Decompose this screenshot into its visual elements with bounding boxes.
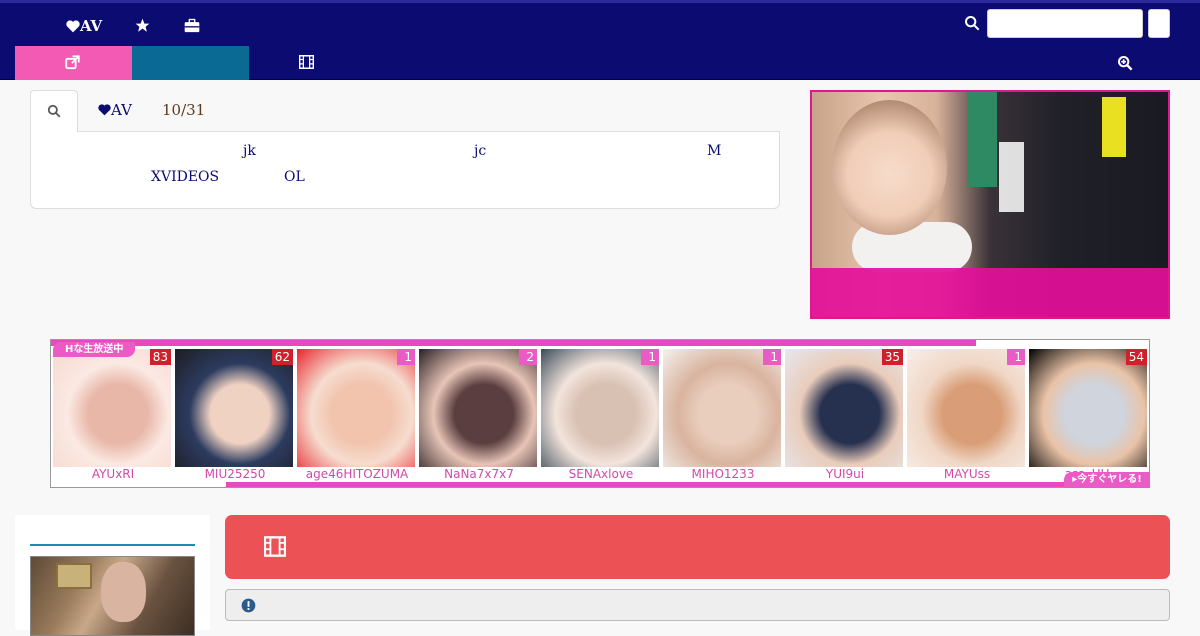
viewer-count-badge: 35 <box>881 349 903 365</box>
tag-link[interactable]: M <box>707 143 721 159</box>
tab-video[interactable] <box>297 46 317 80</box>
performer-card[interactable]: 62 MIU25250 <box>175 349 295 484</box>
star-icon <box>135 18 150 32</box>
tab-favorite-av[interactable]: AV <box>98 101 132 119</box>
banner-overlay <box>812 268 1168 317</box>
live-top-bar <box>51 340 976 346</box>
sidebar <box>15 515 210 636</box>
viewer-count-badge: 83 <box>149 349 171 365</box>
featured-banner-image[interactable] <box>810 90 1170 319</box>
tag-tabs-panel: AV 10/31 jk jc M XVIDEOS OL <box>30 90 780 209</box>
tab-teal[interactable] <box>132 46 249 80</box>
tag-list: jk jc M XVIDEOS OL <box>30 131 780 209</box>
performer-photo <box>785 349 903 467</box>
photo-detail <box>999 142 1024 212</box>
heart-icon <box>66 20 80 33</box>
performer-card[interactable]: 1 MAYUss <box>907 349 1027 484</box>
performer-name: NaNa7x7x7 <box>444 467 514 481</box>
nav-star[interactable] <box>135 17 150 35</box>
nav-av-label: AV <box>80 17 103 35</box>
sidebar-thumbnail[interactable] <box>30 556 195 636</box>
film-icon <box>299 55 314 69</box>
live-bottom-bar <box>226 482 1066 487</box>
viewer-count-badge: 1 <box>641 349 659 365</box>
photo-detail <box>56 563 92 589</box>
search-icon <box>47 104 61 118</box>
tab-search[interactable] <box>30 90 78 132</box>
performer-photo <box>419 349 537 467</box>
performer-card[interactable]: 1 age46HITOZUMA <box>297 349 417 484</box>
sidebar-divider <box>30 544 195 546</box>
viewer-count-badge: 1 <box>1007 349 1025 365</box>
zoom-in-icon <box>1118 56 1133 71</box>
performer-card[interactable]: 1 MIHO1233 <box>663 349 783 484</box>
performer-name: MAYUss <box>943 467 991 481</box>
search-input[interactable] <box>987 9 1143 38</box>
live-badge: Hな生放送中 <box>53 342 135 357</box>
nav-favorite-av[interactable]: AV <box>66 17 102 35</box>
photo-detail <box>967 92 997 187</box>
viewer-count-badge: 54 <box>1125 349 1147 365</box>
notice-box <box>225 589 1170 621</box>
search-button[interactable] <box>1148 9 1170 38</box>
tag-link[interactable]: jc <box>474 143 486 159</box>
performer-name: AYUxRI <box>91 467 135 481</box>
performer-card[interactable]: 1 SENAxlove <box>541 349 661 484</box>
viewer-count-badge: 62 <box>271 349 293 365</box>
performer-card[interactable]: 83 AYUxRI <box>53 349 173 484</box>
performer-card[interactable]: 35 YUI9ui <box>785 349 905 484</box>
nav-briefcase[interactable] <box>184 17 200 35</box>
search-icon <box>965 15 980 31</box>
performer-photo <box>53 349 171 467</box>
viewer-count-badge: 1 <box>397 349 415 365</box>
performer-name: MIU25250 <box>204 467 266 481</box>
top-navbar: AV <box>0 0 1200 80</box>
performer-photo <box>175 349 293 467</box>
tag-link[interactable]: XVIDEOS <box>151 169 219 185</box>
photo-detail <box>1102 97 1126 157</box>
performer-card[interactable]: 2 NaNa7x7x7 <box>419 349 539 484</box>
live-cta-button[interactable]: ▸今すぐヤレる! <box>1064 472 1150 488</box>
tab-external-link[interactable] <box>15 46 132 80</box>
heart-icon <box>98 104 111 116</box>
viewer-count-badge: 1 <box>763 349 781 365</box>
performer-photo <box>907 349 1025 467</box>
tag-link[interactable]: jk <box>243 143 256 159</box>
exclamation-circle-icon <box>241 598 256 613</box>
performer-name: MIHO1233 <box>691 467 755 481</box>
performer-name: YUI9ui <box>825 467 865 481</box>
performer-photo <box>297 349 415 467</box>
tab-date[interactable]: 10/31 <box>162 101 205 119</box>
briefcase-icon <box>184 18 200 33</box>
tab-zoom-search[interactable] <box>1116 46 1136 80</box>
external-link-icon <box>65 55 80 70</box>
live-broadcast-strip: Hな生放送中 83 AYUxRI 62 MIU25250 1 age46HITOZUMA 2… <box>50 339 1150 488</box>
photo-detail <box>101 562 146 622</box>
video-header-banner <box>225 515 1170 579</box>
tab-av-label: AV <box>111 101 132 119</box>
viewer-count-badge: 2 <box>519 349 537 365</box>
performer-photo <box>663 349 781 467</box>
photo-detail <box>832 100 947 235</box>
performer-photo <box>541 349 659 467</box>
film-icon <box>264 536 286 557</box>
performer-card[interactable]: 54asa_HU. <box>1029 349 1149 484</box>
performer-name: age46HITOZUMA <box>305 467 409 481</box>
tag-link[interactable]: OL <box>284 169 305 185</box>
performer-photo <box>1029 349 1147 467</box>
performer-name: SENAxlove <box>568 467 634 481</box>
